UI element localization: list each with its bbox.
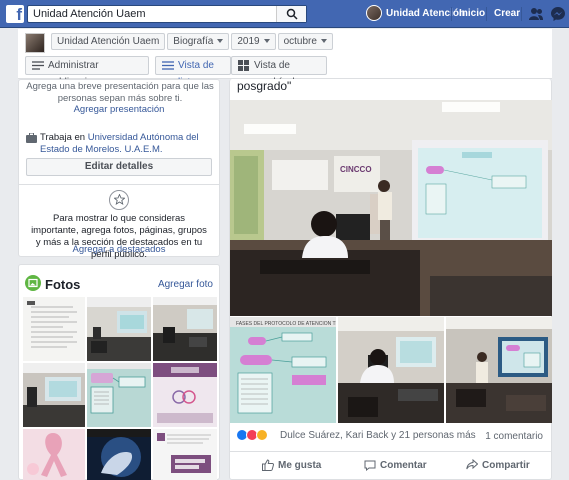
grid-view-button[interactable]: Vista de cuadrícula — [231, 56, 327, 88]
list-icon — [162, 61, 174, 70]
post-card: posgrado" CINCCO FASES DEL PROTOCOLO DE … — [229, 79, 552, 480]
photos-icon — [25, 275, 41, 291]
search-box[interactable]: Unidad Atención Uaem — [27, 5, 307, 23]
bio-hint: Agrega una breve presentación para que l… — [26, 81, 214, 104]
timeline-header: Unidad Atención Uaem Biografía 2019 octu… — [18, 29, 552, 88]
add-featured-link[interactable]: Agregar a destacados — [19, 244, 219, 255]
like-button[interactable]: Me gusta — [262, 459, 321, 471]
work-prefix: Trabaja en — [40, 132, 88, 143]
top-navbar: f Unidad Atención Uaem Unidad Atención I… — [0, 0, 569, 28]
messenger-icon[interactable] — [550, 6, 566, 22]
post-photo[interactable] — [338, 317, 444, 423]
settings-list-icon — [32, 61, 44, 70]
facebook-logo-icon[interactable]: f — [6, 5, 24, 23]
post-photo[interactable] — [446, 317, 552, 423]
photo-thumbnail[interactable] — [153, 363, 217, 427]
photo-thumbnail[interactable] — [153, 297, 217, 361]
home-link[interactable]: Inicio — [459, 8, 485, 19]
divider — [451, 7, 452, 21]
share-button[interactable]: Compartir — [466, 459, 530, 471]
search-input[interactable]: Unidad Atención Uaem — [33, 8, 146, 20]
photo-thumbnail[interactable] — [23, 363, 85, 427]
breadcrumb: Unidad Atención Uaem Biografía 2019 octu… — [51, 33, 335, 50]
create-link[interactable]: Crear — [494, 8, 520, 19]
add-photo-link[interactable]: Agregar foto — [158, 279, 213, 290]
featured-star-icon — [109, 190, 129, 210]
photos-title[interactable]: Fotos — [45, 277, 80, 292]
crumb-year[interactable]: 2019 — [231, 33, 276, 50]
photo-thumbnail[interactable] — [23, 429, 85, 480]
comment-button[interactable]: Comentar — [364, 460, 427, 471]
grid-icon — [238, 60, 249, 71]
post-text: posgrado" — [237, 79, 292, 93]
share-icon — [466, 459, 478, 470]
comments-count[interactable]: 1 comentario — [485, 431, 543, 442]
photo-thumbnail[interactable] — [87, 363, 151, 427]
friend-requests-icon[interactable] — [528, 6, 544, 22]
post-actions: Me gusta Comentar Compartir — [230, 451, 552, 479]
svg-text:CINCCO: CINCCO — [340, 165, 372, 174]
chevron-down-icon — [320, 39, 327, 44]
manage-posts-button[interactable]: Administrar publicaciones — [25, 56, 149, 88]
photo-thumbnail[interactable] — [23, 297, 85, 361]
profile-link[interactable]: Unidad Atención — [386, 8, 465, 19]
post-main-photo[interactable]: CINCCO — [230, 100, 552, 316]
edit-details-button[interactable]: Editar detalles — [26, 158, 212, 176]
briefcase-icon — [26, 133, 37, 143]
photo-thumbnail[interactable] — [87, 297, 151, 361]
search-icon — [286, 8, 298, 20]
divider — [521, 7, 522, 21]
search-button[interactable] — [276, 6, 306, 22]
wow-reaction-icon — [256, 429, 268, 441]
list-view-button[interactable]: Vista de lista — [155, 56, 231, 88]
crumb-page[interactable]: Unidad Atención Uaem — [51, 33, 166, 50]
profile-thumbnail[interactable] — [25, 33, 45, 53]
avatar[interactable] — [366, 5, 382, 21]
intro-card: Agrega una breve presentación para que l… — [18, 79, 220, 260]
crumb-month[interactable]: octubre — [277, 33, 333, 50]
svg-text:FASES DEL PROTOCOLO DE ATENCIO: FASES DEL PROTOCOLO DE ATENCION TEMPRANA — [236, 321, 336, 327]
divider — [19, 184, 219, 185]
reactions-summary[interactable]: Dulce Suárez, Kari Back y 21 personas má… — [280, 430, 476, 441]
chevron-down-icon — [263, 39, 270, 44]
work-info: Trabaja en Universidad Autónoma del Esta… — [26, 132, 211, 156]
photo-thumbnail[interactable] — [153, 429, 217, 480]
comment-icon — [364, 460, 376, 471]
divider — [486, 7, 487, 21]
thumbs-up-icon — [262, 459, 274, 471]
crumb-timeline[interactable]: Biografía — [167, 33, 230, 50]
reaction-icons[interactable] — [236, 429, 268, 441]
photos-card: Fotos Agregar foto — [18, 264, 220, 480]
post-photo[interactable]: FASES DEL PROTOCOLO DE ATENCION TEMPRANA — [230, 317, 336, 423]
chevron-down-icon — [217, 39, 224, 44]
photo-thumbnail[interactable] — [87, 429, 151, 480]
add-bio-link[interactable]: Agregar presentación — [19, 104, 219, 115]
